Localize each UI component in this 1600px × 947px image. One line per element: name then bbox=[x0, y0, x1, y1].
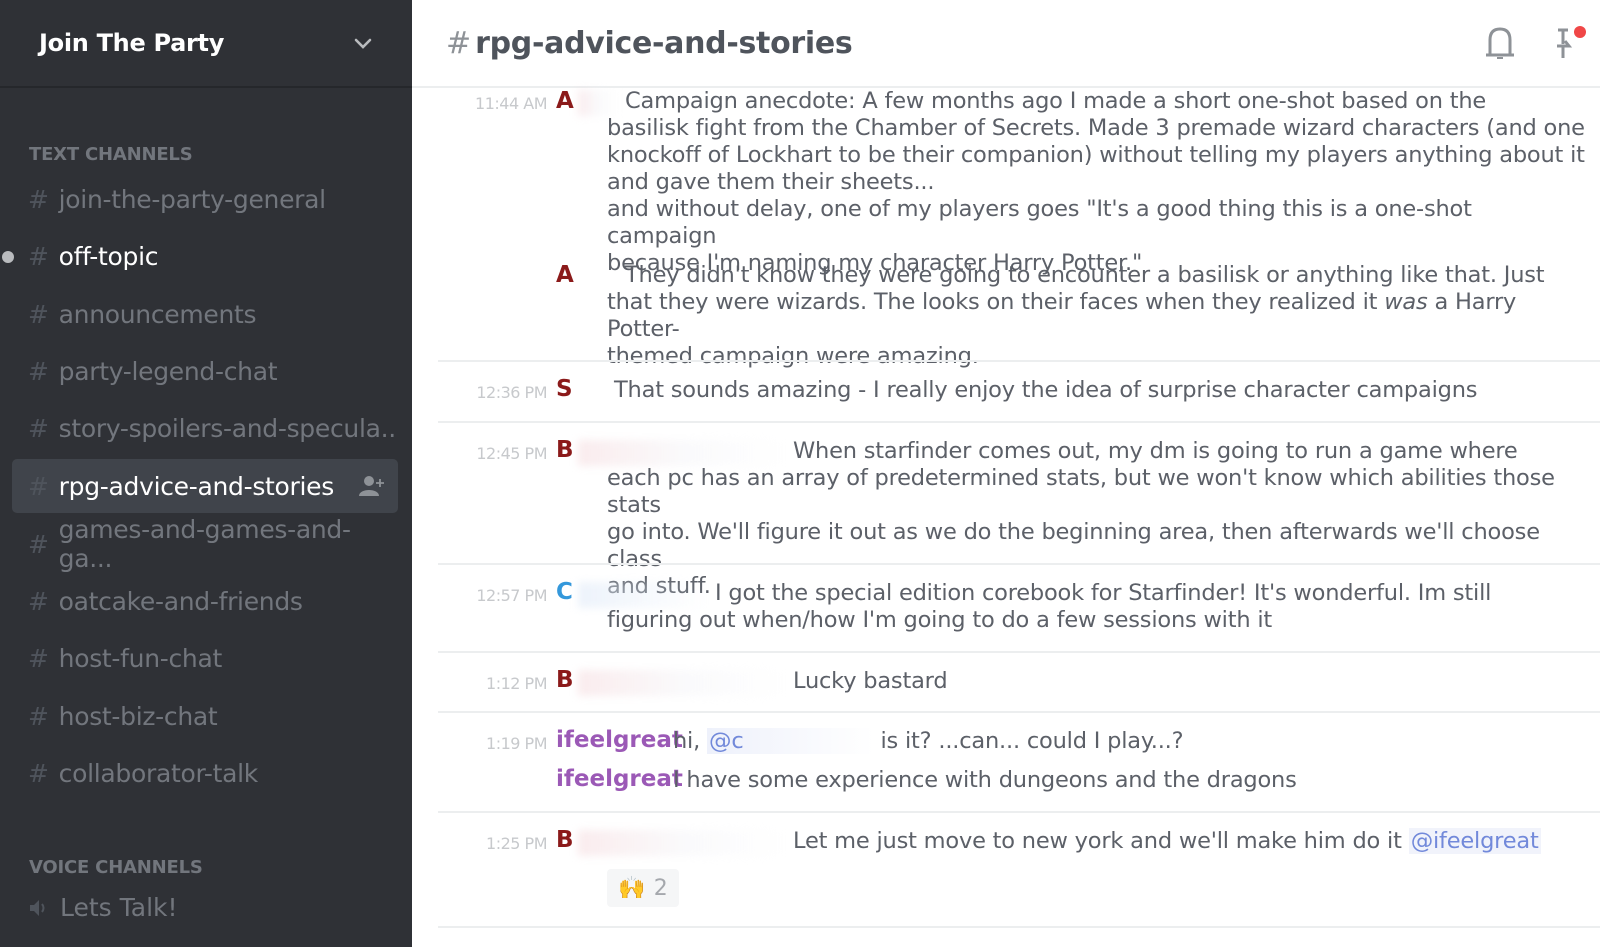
channel-announcements[interactable]: # announcements bbox=[12, 287, 398, 341]
message-content: When starfinder comes out, my dm is goin… bbox=[607, 438, 1555, 599]
channel-rpg-advice-and-stories[interactable]: # rpg-advice-and-stories bbox=[12, 459, 398, 513]
hash-icon: # bbox=[28, 184, 49, 214]
hash-icon: # bbox=[28, 413, 49, 443]
chevron-down-icon[interactable] bbox=[352, 32, 374, 54]
channel-host-fun-chat[interactable]: # host-fun-chat bbox=[12, 631, 398, 685]
add-user-icon[interactable] bbox=[358, 474, 386, 498]
message-divider bbox=[438, 926, 1600, 928]
unread-pin-badge bbox=[1574, 26, 1586, 38]
message-author[interactable]: B bbox=[556, 827, 574, 853]
message-content: hi, @c is it? ...can... could I play...? bbox=[673, 728, 1184, 754]
channel-games-and-games[interactable]: # games-and-games-and-ga... bbox=[12, 515, 398, 573]
message-author[interactable]: A bbox=[556, 262, 574, 288]
notification-bell-icon[interactable] bbox=[1482, 24, 1518, 62]
hash-icon: # bbox=[28, 758, 49, 788]
hash-icon: # bbox=[28, 471, 49, 501]
message-timestamp: 12:57 PM bbox=[476, 586, 547, 605]
hash-icon: # bbox=[28, 586, 49, 616]
text-channels-category[interactable]: TEXT CHANNELS bbox=[29, 144, 193, 165]
channel-header: # rpg-advice-and-stories bbox=[412, 0, 1600, 88]
message-divider bbox=[438, 711, 1600, 713]
message-timestamp: 12:45 PM bbox=[476, 444, 547, 463]
server-name: Join The Party bbox=[39, 29, 225, 57]
message-content: They didn't know they were going to enco… bbox=[607, 262, 1545, 369]
channel-title: rpg-advice-and-stories bbox=[475, 25, 853, 61]
channel-join-the-party-general[interactable]: # join-the-party-general bbox=[12, 172, 398, 226]
channel-party-legend-chat[interactable]: # party-legend-chat bbox=[12, 344, 398, 398]
user-mention[interactable]: @c bbox=[707, 728, 874, 754]
message-content: I have some experience with dungeons and… bbox=[673, 767, 1297, 793]
channel-host-biz-chat[interactable]: # host-biz-chat bbox=[12, 689, 398, 743]
message-timestamp: 1:12 PM bbox=[486, 674, 547, 693]
hash-icon: # bbox=[28, 701, 49, 731]
unread-indicator bbox=[2, 251, 14, 263]
redacted-username bbox=[578, 670, 788, 696]
message-author[interactable]: ifeelgreat bbox=[556, 766, 683, 792]
server-header[interactable]: Join The Party bbox=[0, 0, 412, 88]
voice-channel-lets-talk[interactable]: Lets Talk! bbox=[28, 893, 178, 922]
message-divider bbox=[438, 651, 1600, 653]
message-content: That sounds amazing - I really enjoy the… bbox=[614, 377, 1478, 403]
redacted-username bbox=[578, 830, 788, 856]
channel-story-spoilers[interactable]: # story-spoilers-and-specula.. bbox=[12, 401, 398, 455]
raised-hands-emoji-icon: 🙌 bbox=[618, 875, 646, 901]
message-content: Campaign anecdote: A few months ago I ma… bbox=[607, 88, 1585, 276]
voice-channels-category[interactable]: VOICE CHANNELS bbox=[29, 857, 203, 878]
message-divider bbox=[438, 360, 1600, 362]
message-timestamp: 12:36 PM bbox=[476, 383, 547, 402]
message-author[interactable]: B bbox=[556, 437, 574, 463]
message-author[interactable]: C bbox=[556, 579, 573, 605]
channel-hash-icon: # bbox=[446, 25, 472, 61]
message-author[interactable]: ifeelgreat bbox=[556, 727, 683, 753]
message-divider bbox=[438, 421, 1600, 423]
channel-sidebar: Join The Party TEXT CHANNELS # join-the-… bbox=[0, 0, 412, 947]
user-mention[interactable]: @ifeelgreat bbox=[1408, 828, 1541, 854]
channel-off-topic[interactable]: # off-topic bbox=[2, 229, 398, 283]
message-timestamp: 1:19 PM bbox=[486, 734, 547, 753]
hash-icon: # bbox=[28, 241, 49, 271]
message-timestamp: 11:44 AM bbox=[475, 94, 547, 113]
message-content: Let me just move to new york and we'll m… bbox=[793, 828, 1541, 854]
speaker-icon bbox=[30, 899, 45, 916]
hash-icon: # bbox=[28, 299, 49, 329]
message-content: I got the special edition corebook for S… bbox=[607, 580, 1492, 633]
reaction-count: 2 bbox=[653, 875, 668, 901]
hash-icon: # bbox=[28, 529, 49, 559]
hash-icon: # bbox=[28, 643, 49, 673]
message-timestamp: 1:25 PM bbox=[486, 834, 547, 853]
message-content: Lucky bastard bbox=[793, 668, 948, 694]
message-author[interactable]: A bbox=[556, 88, 574, 114]
channel-oatcake-and-friends[interactable]: # oatcake-and-friends bbox=[12, 574, 398, 628]
message-author[interactable]: B bbox=[556, 667, 574, 693]
hash-icon: # bbox=[28, 356, 49, 386]
channel-collaborator-talk[interactable]: # collaborator-talk bbox=[12, 746, 398, 800]
message-divider bbox=[438, 811, 1600, 813]
message-author[interactable]: S bbox=[556, 376, 573, 402]
message-divider bbox=[438, 563, 1600, 565]
reaction-button[interactable]: 🙌 2 bbox=[607, 869, 679, 907]
